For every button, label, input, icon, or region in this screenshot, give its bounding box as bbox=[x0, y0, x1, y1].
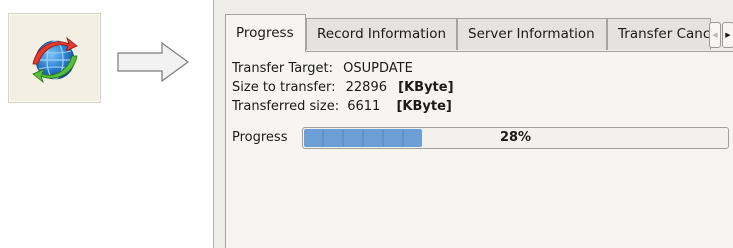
transferred-size-value: 6611 bbox=[347, 99, 381, 114]
tab-label: Transfer Cancel bbox=[618, 26, 711, 42]
transfer-target-value: OSUPDATE bbox=[343, 61, 413, 76]
right-arrow-icon bbox=[117, 42, 189, 82]
tab-bar: Progress Record Information Server Infor… bbox=[225, 14, 733, 52]
transferred-size-row: Transferred size: 6611 [KByte] bbox=[232, 99, 452, 114]
chevron-right-icon: ▶ bbox=[725, 31, 731, 39]
transfer-dialog: Progress Record Information Server Infor… bbox=[213, 0, 733, 248]
transferred-size-unit: [KByte] bbox=[396, 99, 452, 114]
transfer-target-label: Transfer Target: bbox=[232, 61, 334, 76]
tab-scroll-right-button[interactable]: ▶ bbox=[722, 22, 733, 48]
tab-scroll-left-button[interactable]: ◀ bbox=[709, 22, 721, 48]
progress-tab-panel: Transfer Target: OSUPDATE Size to transf… bbox=[225, 51, 733, 248]
size-to-transfer-row: Size to transfer: 22896 [KByte] bbox=[232, 80, 454, 95]
tab-label: Record Information bbox=[317, 26, 447, 42]
transfer-launcher-button[interactable] bbox=[8, 13, 101, 103]
transferred-size-label: Transferred size: bbox=[232, 99, 340, 114]
tab-label: Server Information bbox=[468, 26, 595, 42]
progress-bar: 28% bbox=[302, 127, 729, 149]
size-to-transfer-unit: [KByte] bbox=[398, 80, 454, 95]
tab-label: Progress bbox=[236, 25, 294, 41]
chevron-left-icon: ◀ bbox=[712, 31, 718, 39]
size-to-transfer-value: 22896 bbox=[345, 80, 387, 95]
tab-server-information[interactable]: Server Information bbox=[457, 18, 607, 50]
globe-transfer-icon bbox=[32, 36, 78, 84]
progress-label: Progress bbox=[232, 130, 288, 145]
tab-record-information[interactable]: Record Information bbox=[306, 18, 457, 50]
tab-transfer-cancel[interactable]: Transfer Cancel bbox=[607, 18, 711, 50]
size-to-transfer-label: Size to transfer: bbox=[232, 80, 336, 95]
tab-progress[interactable]: Progress bbox=[225, 14, 306, 52]
transfer-target-row: Transfer Target: OSUPDATE bbox=[232, 61, 413, 76]
progress-percent-text: 28% bbox=[499, 130, 532, 145]
